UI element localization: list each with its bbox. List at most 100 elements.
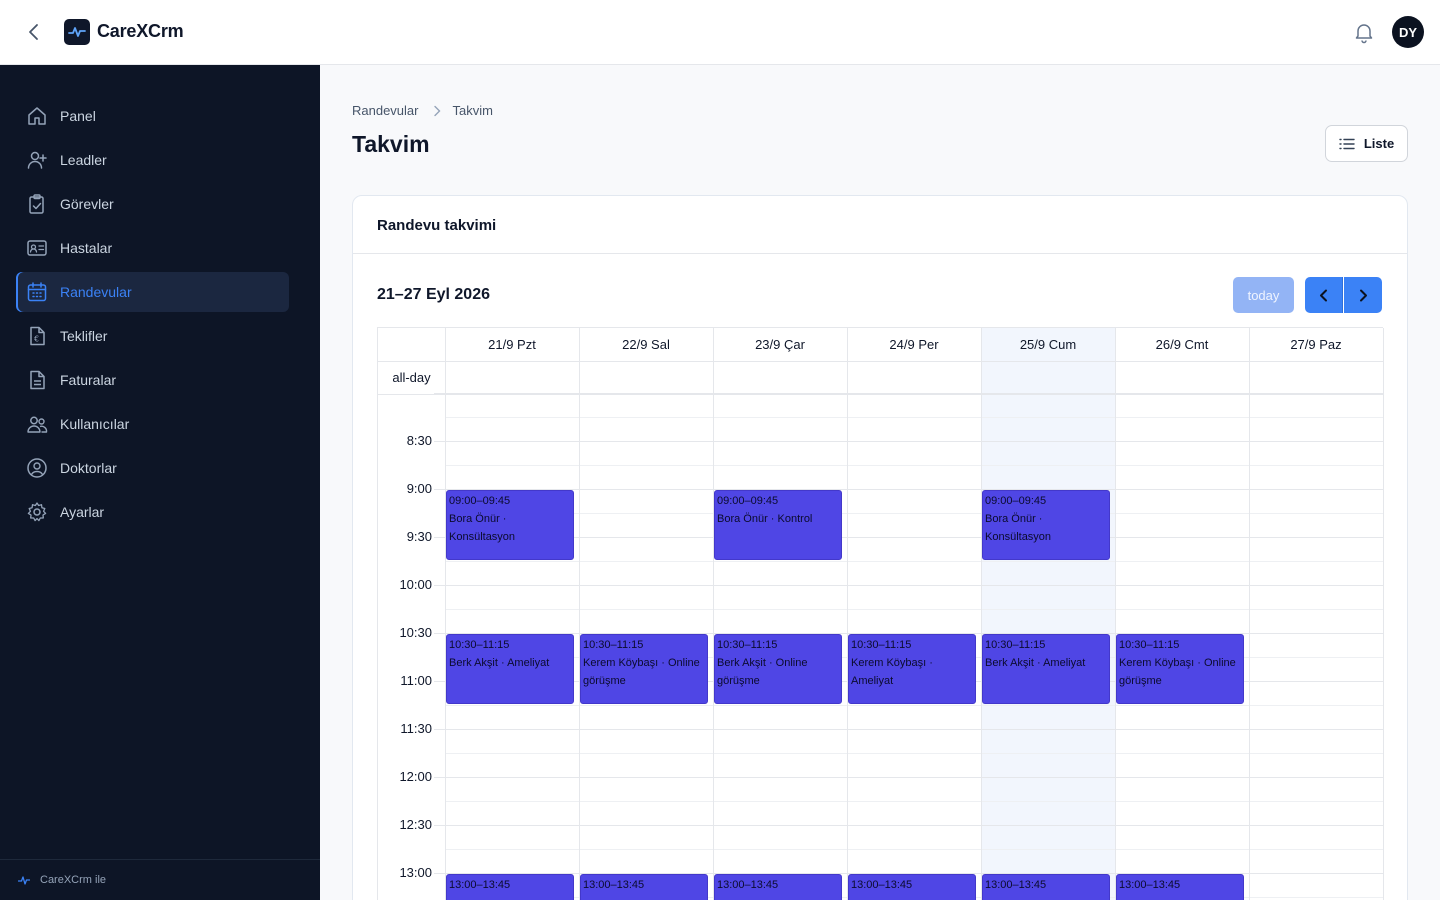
event-title: Berk Akşit · Ameliyat [449,657,550,669]
appointment-event[interactable]: 13:00–13:45 [714,874,842,900]
sidebar-item-leadler[interactable]: Leadler [16,140,289,180]
event-time: 13:00–13:45 [583,879,645,891]
sidebar-item-doktorlar[interactable]: Doktorlar [16,448,289,488]
event-time: 13:00–13:45 [985,879,1047,891]
previous-week-button[interactable] [1305,277,1343,313]
grid-line [445,465,1384,466]
event-time: 10:30–11:15 [717,639,778,651]
sidebar-item-randevular[interactable]: Randevular [16,272,289,312]
column-divider [579,328,580,900]
event-time: 13:00–13:45 [851,879,913,891]
event-time: 09:00–09:45 [449,495,511,507]
grid-line [378,394,1384,395]
chevron-right-icon [433,105,441,117]
appointment-event[interactable]: 10:30–11:15 Berk Akşit · Online görüşme [714,634,842,704]
brand-name: CareXCrm [97,21,184,41]
column-divider [713,328,714,900]
today-column-highlight [981,328,1115,900]
time-slot-label: 10:30 [399,625,432,640]
appointment-event[interactable]: 09:00–09:45 Bora Önür · Kontrol [714,490,842,560]
grid-line [434,825,1384,826]
chevron-right-icon [1359,289,1367,301]
grid-line [434,393,1384,394]
grid-line [434,489,1384,490]
grid-line [445,417,1384,418]
list-view-button[interactable]: Liste [1325,125,1408,162]
grid-line [434,585,1384,586]
grid-line [378,361,1384,362]
time-slot-label: 11:00 [400,673,432,688]
time-slot-label: 11:30 [400,721,432,736]
column-divider [1249,328,1250,900]
chevron-left-icon [1320,289,1327,301]
grid-line [445,609,1384,610]
day-header[interactable]: 27/9 Paz [1249,328,1383,361]
day-header[interactable]: 24/9 Per [847,328,981,361]
grid-line [445,849,1384,850]
sidebar-item-label: Faturalar [60,372,117,388]
event-title: Bora Önür · Konsültasyon [449,513,516,543]
event-title: Bora Önür · Konsültasyon [985,513,1052,543]
event-time: 09:00–09:45 [985,495,1047,507]
pulse-icon [18,875,30,885]
day-header[interactable]: 22/9 Sal [579,328,713,361]
back-button[interactable] [22,20,46,44]
day-header[interactable]: 23/9 Çar [713,328,847,361]
sidebar-item-kullanicilar[interactable]: Kullanıcılar [16,404,289,444]
day-header[interactable]: 25/9 Cum [981,328,1115,361]
appointment-event[interactable]: 10:30–11:15 Berk Akşit · Ameliyat [446,634,574,704]
grid-line [445,561,1384,562]
sidebar-item-teklifler[interactable]: € Teklifler [16,316,289,356]
appointment-event[interactable]: 13:00–13:45 [848,874,976,900]
event-time: 10:30–11:15 [851,639,912,651]
column-divider [1115,328,1116,900]
sidebar-item-faturalar[interactable]: Faturalar [16,360,289,400]
card-title: Randevu takvimi [353,196,1407,254]
appointment-event[interactable]: 09:00–09:45 Bora Önür · Konsültasyon [446,490,574,560]
column-divider [981,328,982,900]
page-title: Takvim [352,131,430,157]
appointment-event[interactable]: 10:30–11:15 Kerem Köybaşı · Ameliyat [848,634,976,704]
time-slot-label: 12:00 [399,769,432,784]
appointment-event[interactable]: 10:30–11:15 Kerem Köybaşı · Online görüşm… [1116,634,1244,704]
day-header[interactable]: 26/9 Cmt [1115,328,1249,361]
sidebar-item-gorevler[interactable]: Görevler [16,184,289,224]
home-icon [26,105,48,127]
event-time: 13:00–13:45 [449,879,511,891]
appointment-event[interactable]: 10:30–11:15 Berk Akşit · Ameliyat [982,634,1110,704]
appointment-event[interactable]: 13:00–13:45 [1116,874,1244,900]
sidebar-item-ayarlar[interactable]: Ayarlar [16,492,289,532]
breadcrumb-parent-link[interactable]: Randevular [352,103,419,118]
document-icon [26,369,48,391]
all-day-label: all-day [392,370,431,385]
users-icon [26,413,48,435]
day-header[interactable]: 21/9 Pzt [445,328,579,361]
top-bar: CareXCrm DY [0,0,1440,65]
event-title: Bora Önür · Kontrol [717,513,813,525]
next-week-button[interactable] [1344,277,1382,313]
time-slot-label: 9:00 [406,481,432,496]
today-button[interactable]: today [1233,277,1294,313]
sidebar-item-label: Randevular [60,284,132,300]
appointment-event[interactable]: 13:00–13:45 [982,874,1110,900]
bell-icon [1355,24,1373,44]
sidebar-item-hastalar[interactable]: Hastalar [16,228,289,268]
sidebar-footer: CareXCrm ile [0,859,320,900]
sidebar-item-label: Görevler [60,196,114,212]
sidebar: Panel Leadler Görevler Hastalar Randevul… [0,65,320,900]
sidebar-item-label: Leadler [60,152,107,168]
event-time: 10:30–11:15 [1119,639,1180,651]
appointment-event[interactable]: 13:00–13:45 [446,874,574,900]
user-avatar[interactable]: DY [1392,16,1424,48]
svg-text:€: € [34,335,39,344]
sidebar-item-label: Panel [60,108,96,124]
appointment-event[interactable]: 10:30–11:15 Kerem Köybaşı · Online görüşm… [580,634,708,704]
sidebar-item-panel[interactable]: Panel [16,96,289,136]
appointment-event[interactable]: 09:00–09:45 Bora Önür · Konsültasyon [982,490,1110,560]
sidebar-item-label: Doktorlar [60,460,117,476]
brand-logo[interactable] [64,19,90,45]
grid-line [434,729,1384,730]
time-slot-label: 10:00 [399,577,432,592]
appointment-event[interactable]: 13:00–13:45 [580,874,708,900]
notifications-button[interactable] [1352,20,1376,44]
